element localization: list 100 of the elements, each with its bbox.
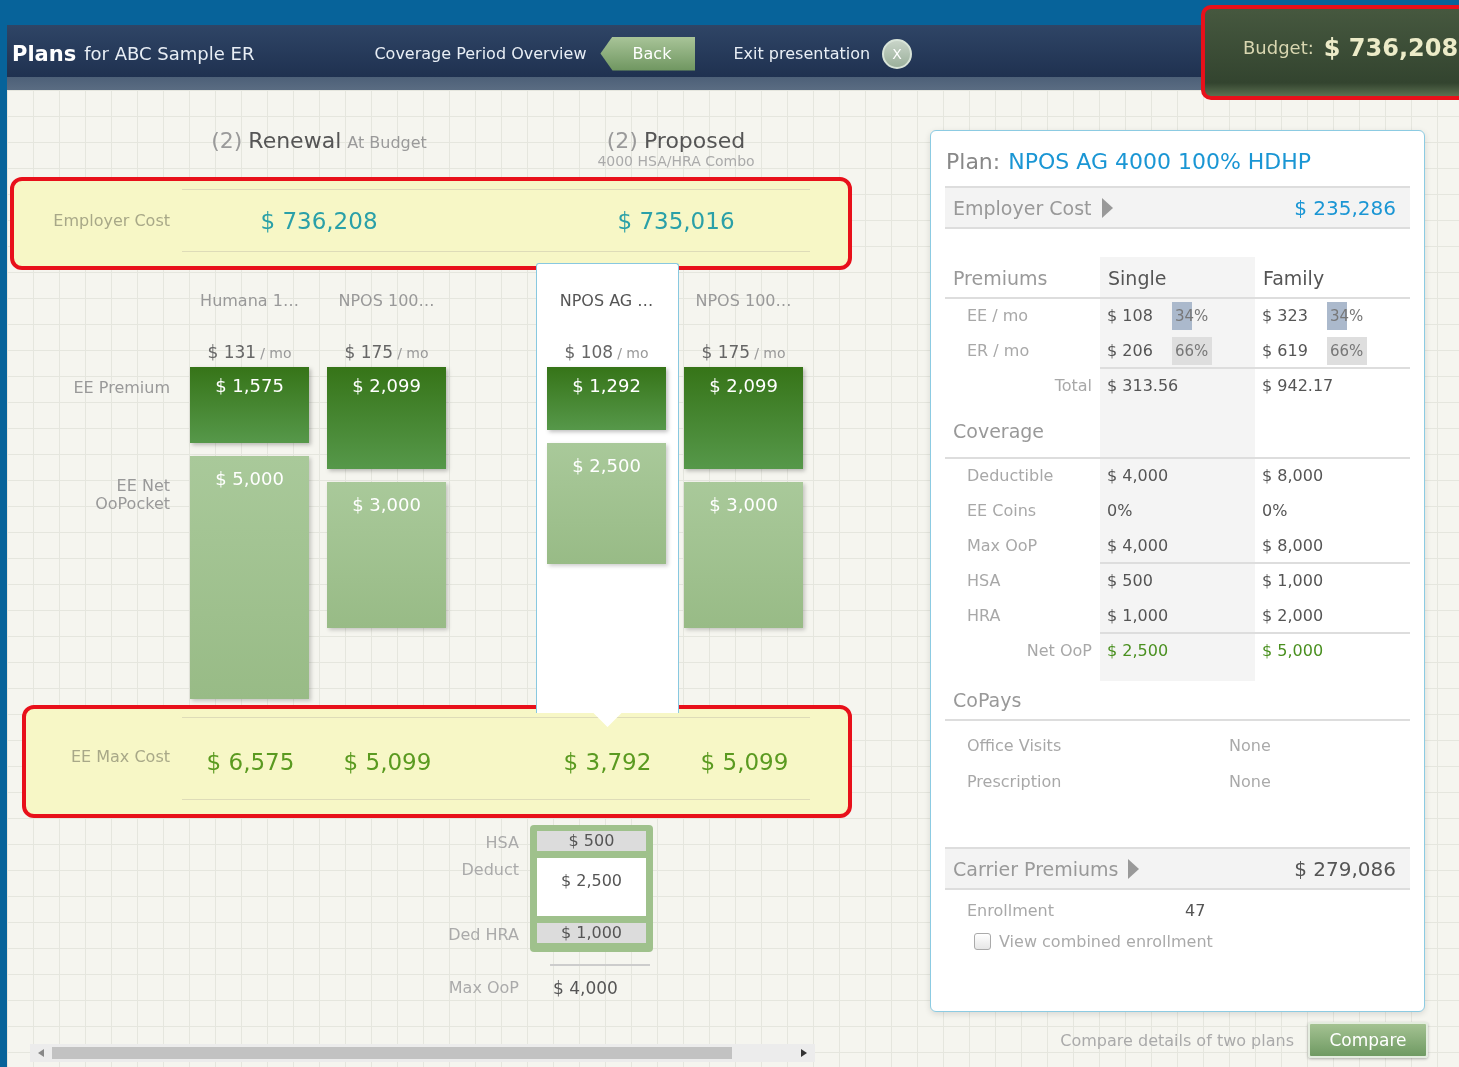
page-title: Plans bbox=[12, 41, 77, 66]
budget-label: Budget: bbox=[1243, 37, 1314, 58]
premium-bar: $ 2,099 bbox=[684, 367, 803, 469]
table-cell-text: $ 1,000 bbox=[1262, 571, 1325, 590]
summary-value: $ 235,286 bbox=[1294, 195, 1396, 220]
employer-cost-value: $ 735,016 bbox=[616, 207, 736, 234]
section-heading: Coverage bbox=[952, 419, 1045, 442]
exit-label: Exit presentation bbox=[733, 44, 871, 63]
table-cell-text: $ 108 bbox=[1107, 306, 1154, 325]
group-note: At Budget bbox=[347, 133, 427, 152]
row-label: ER / mo bbox=[966, 341, 1030, 360]
group-count: (2) bbox=[606, 128, 638, 153]
table-cell-text: $ 323 bbox=[1262, 306, 1309, 325]
group-name: Renewal bbox=[248, 128, 342, 153]
plan-column[interactable]: NPOS AG … $ 108 / mo $ 1,292 $ 2,500 bbox=[536, 263, 679, 727]
group-count: (2) bbox=[211, 128, 243, 153]
table-cell-text: $ 4,000 bbox=[1107, 536, 1170, 555]
checkbox[interactable] bbox=[974, 933, 991, 950]
row-label: HSA bbox=[966, 571, 1001, 590]
monthly-price: $ 131 / mo bbox=[206, 342, 293, 363]
section-label: Coverage Period Overview bbox=[374, 44, 587, 63]
table-cell-text: None bbox=[1229, 771, 1272, 791]
carrier-premiums-row[interactable]: Carrier Premiums $ 279,086 bbox=[945, 847, 1410, 890]
table-cell-text: $ 2,500 bbox=[1107, 641, 1170, 660]
column-heading: Family bbox=[1262, 267, 1325, 289]
compare-hint: Compare details of two plans bbox=[1060, 1030, 1294, 1050]
summary-label: Employer Cost bbox=[953, 196, 1092, 219]
employer-cost-row[interactable]: Employer Cost $ 235,286 bbox=[945, 186, 1410, 229]
premium-bar: $ 1,575 bbox=[190, 367, 309, 444]
table-cell-text: $ 2,000 bbox=[1262, 606, 1325, 625]
plan-name: NPOS 100… bbox=[694, 291, 793, 311]
premium-bar: $ 1,292 bbox=[547, 367, 666, 430]
plan-title: NPOS AG 4000 100% HDHP bbox=[1008, 149, 1312, 174]
group-subtitle: 4000 HSA/HRA Combo bbox=[596, 153, 756, 169]
row-label: Prescription bbox=[966, 771, 1062, 791]
row-label: Enrollment bbox=[966, 900, 1054, 920]
summary-value: $ 279,086 bbox=[1294, 856, 1396, 881]
employer-cost-value: $ 736,208 bbox=[259, 207, 379, 234]
table-cell-text: $ 619 bbox=[1262, 341, 1309, 360]
monthly-price: $ 175 / mo bbox=[700, 342, 787, 363]
table-cell-text: 0% bbox=[1262, 501, 1289, 520]
plan-name: Humana 1… bbox=[199, 291, 300, 311]
detail-value: $ 4,000 bbox=[553, 978, 618, 998]
table-cell-text: None bbox=[1229, 735, 1272, 755]
detail-value: $ 1,000 bbox=[537, 923, 646, 943]
horizontal-scrollbar[interactable] bbox=[30, 1044, 815, 1062]
table-cell-text: $ 1,000 bbox=[1107, 606, 1170, 625]
section-heading: CoPays bbox=[952, 689, 1022, 711]
out-of-pocket-bar: $ 5,000 bbox=[190, 456, 309, 700]
checkbox-label: View combined enrollment bbox=[999, 932, 1213, 951]
table-cell-text: 0% bbox=[1107, 501, 1134, 520]
table-cell-text: $ 5,000 bbox=[1262, 641, 1325, 660]
detail-label: HSA bbox=[485, 833, 519, 853]
section-heading: Premiums bbox=[952, 267, 1048, 289]
column-heading: Single bbox=[1107, 267, 1167, 289]
percent-bar: 34% bbox=[1327, 301, 1387, 330]
monthly-price: $ 108 / mo bbox=[563, 342, 650, 363]
detail-value: $ 500 bbox=[537, 831, 646, 851]
row-label: EE Net OoPocket bbox=[94, 477, 170, 513]
row-label: EE / mo bbox=[966, 306, 1029, 325]
max-cost-value: $ 5,099 bbox=[342, 748, 433, 775]
table-cell-text: $ 8,000 bbox=[1262, 536, 1325, 555]
expand-icon bbox=[1101, 197, 1113, 218]
row-label: Max OoP bbox=[966, 536, 1038, 555]
summary-label: Carrier Premiums bbox=[953, 857, 1119, 880]
table-cell-text: 47 bbox=[1185, 900, 1207, 920]
out-of-pocket-bar: $ 3,000 bbox=[684, 481, 803, 628]
table-cell-text: $ 206 bbox=[1107, 341, 1154, 360]
row-label: Employer Cost bbox=[52, 211, 171, 230]
row-label: EE Coins bbox=[966, 501, 1037, 520]
row-label: EE Max Cost bbox=[69, 747, 171, 766]
out-of-pocket-bar: $ 2,500 bbox=[547, 442, 666, 565]
expand-icon bbox=[1128, 858, 1140, 879]
plan-name: NPOS AG … bbox=[558, 291, 655, 311]
row-label: Deductible bbox=[966, 466, 1054, 485]
table-cell: $ 942.17 bbox=[1262, 376, 1334, 395]
percent-bar: 34% bbox=[1172, 301, 1232, 330]
budget-value: $ 736,208 bbox=[1323, 33, 1459, 62]
row-label: HRA bbox=[966, 606, 1001, 625]
page-subtitle: for ABC Sample ER bbox=[84, 43, 255, 64]
detail-label: Max OoP bbox=[447, 978, 520, 998]
row-label: Total bbox=[1053, 376, 1093, 395]
detail-label: Ded HRA bbox=[448, 925, 519, 945]
group-name: Proposed bbox=[643, 128, 746, 153]
detail-label: Deduct bbox=[461, 860, 519, 881]
table-cell-text: $ 4,000 bbox=[1107, 466, 1170, 485]
row-label: Net OoP bbox=[1025, 641, 1093, 660]
max-cost-value: $ 6,575 bbox=[205, 748, 296, 775]
out-of-pocket-bar: $ 3,000 bbox=[327, 481, 446, 628]
premium-bar: $ 2,099 bbox=[327, 367, 446, 469]
row-label: Office Visits bbox=[966, 735, 1062, 755]
table-cell-text: $ 8,000 bbox=[1262, 466, 1325, 485]
plan-name: NPOS 100… bbox=[337, 291, 436, 311]
table-cell: $ 313.56 bbox=[1107, 376, 1179, 395]
table-cell-text: $ 500 bbox=[1107, 571, 1154, 590]
max-cost-value: $ 3,792 bbox=[562, 748, 653, 775]
monthly-price: $ 175 / mo bbox=[343, 342, 430, 363]
detail-value: $ 2,500 bbox=[537, 858, 646, 916]
row-label: EE Premium bbox=[73, 379, 170, 397]
max-cost-value: $ 5,099 bbox=[699, 748, 790, 775]
